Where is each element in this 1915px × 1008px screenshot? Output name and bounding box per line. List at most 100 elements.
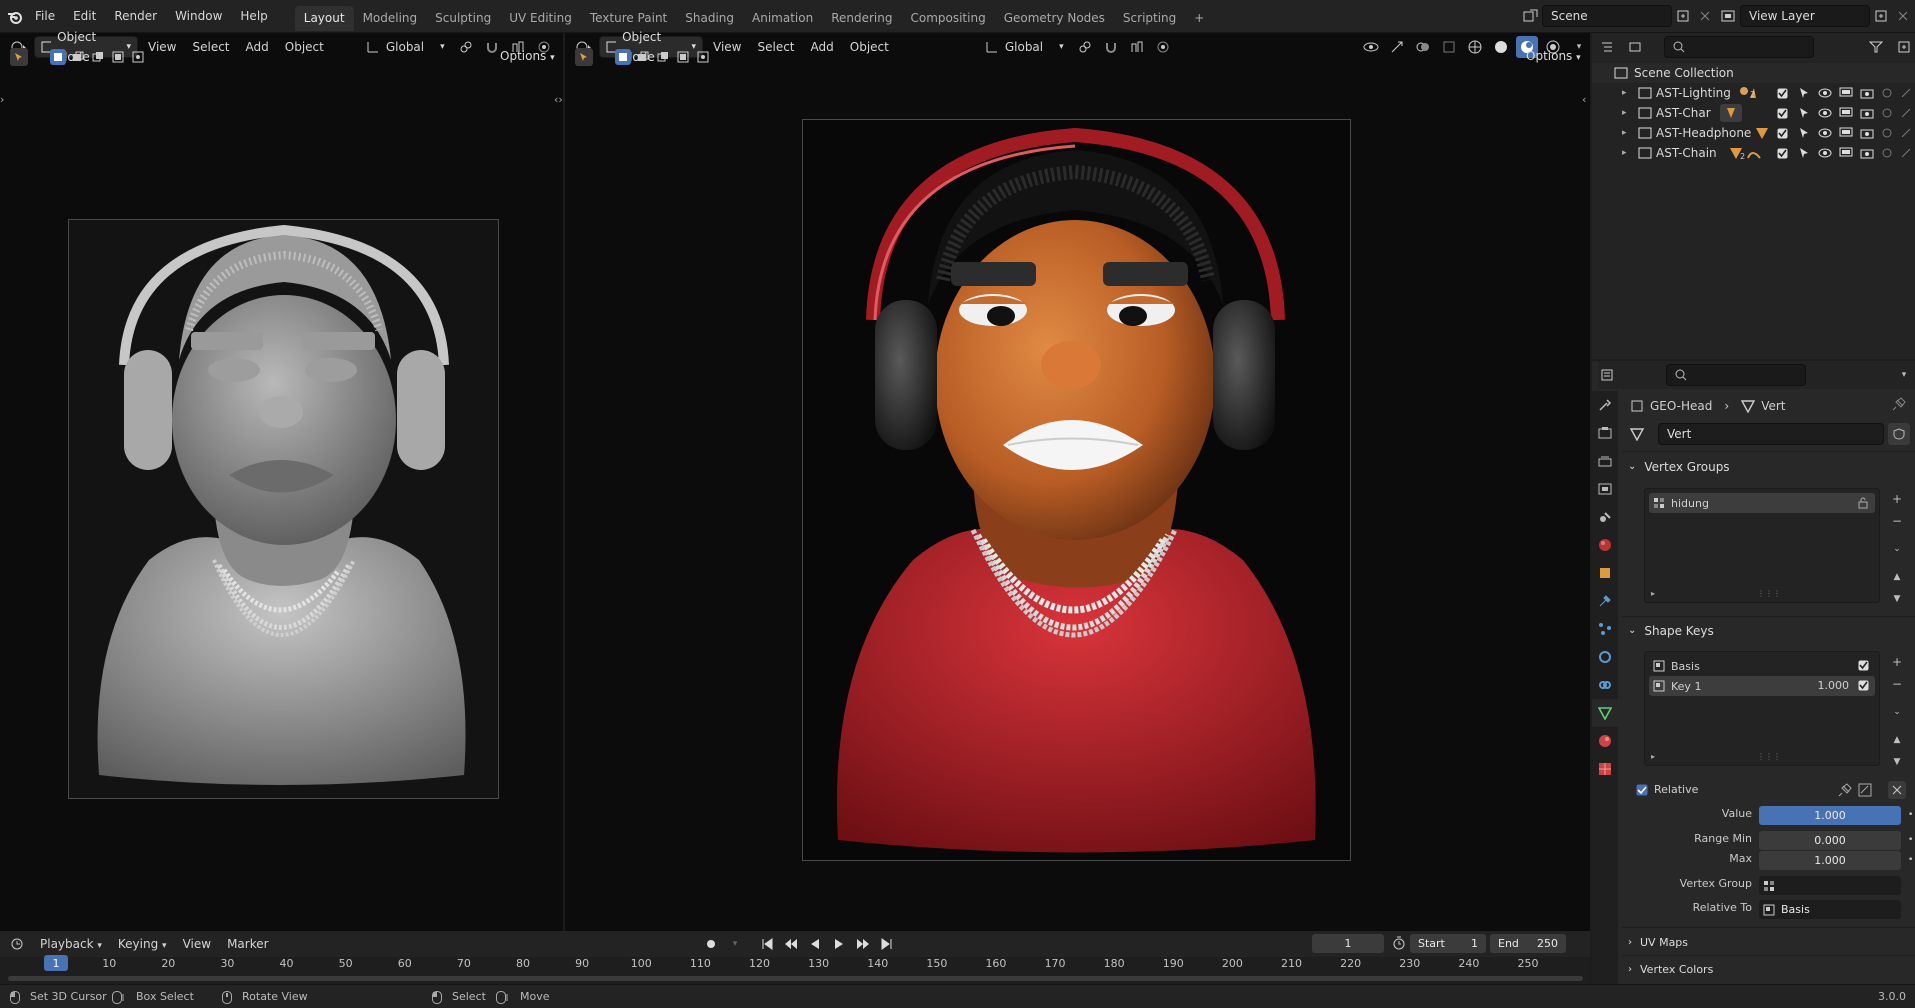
- selectable-arrow-icon[interactable]: [1795, 122, 1812, 144]
- outliner-editor-type-icon[interactable]: [1598, 36, 1620, 58]
- clear-shape-keys-icon[interactable]: [1888, 781, 1906, 799]
- camera-icon[interactable]: [1858, 82, 1875, 104]
- right-options-button[interactable]: Options ▾: [1520, 46, 1587, 68]
- tab-view-layer-icon[interactable]: [1592, 475, 1618, 503]
- right-3d-viewport[interactable]: Object Mode ▾ View Select Add Object Glo…: [565, 30, 1590, 931]
- move-up-button[interactable]: ▲: [1886, 566, 1908, 588]
- indirect-only-icon[interactable]: [1899, 142, 1914, 164]
- record-icon[interactable]: [700, 933, 722, 955]
- timeline-view-menu[interactable]: View: [177, 933, 217, 955]
- right-menu-select[interactable]: Select: [751, 36, 800, 58]
- stopwatch-icon[interactable]: [1392, 936, 1406, 950]
- pivot-icon[interactable]: [1074, 36, 1096, 58]
- left-collapse-icon[interactable]: ›: [0, 93, 4, 106]
- tab-scripting[interactable]: Scripting: [1114, 6, 1185, 31]
- timeline-scrollbar[interactable]: [8, 976, 1583, 981]
- blender-logo-icon[interactable]: [4, 0, 26, 33]
- properties-search-input[interactable]: [1666, 364, 1806, 386]
- eye-icon[interactable]: [1816, 82, 1833, 104]
- overlay-icon[interactable]: [1412, 36, 1434, 58]
- list-item[interactable]: Key 1 1.000: [1649, 676, 1875, 696]
- select-invert-icon[interactable]: [110, 49, 126, 65]
- checkbox-icon[interactable]: [1774, 122, 1791, 144]
- monitor-icon[interactable]: [1837, 122, 1854, 144]
- shape-key-mute-checkbox[interactable]: [1858, 680, 1869, 691]
- indirect-only-icon[interactable]: [1899, 122, 1914, 144]
- select-subtract-icon[interactable]: [90, 49, 106, 65]
- selectable-arrow-icon[interactable]: [1795, 102, 1812, 124]
- scene-name-field[interactable]: Scene: [1542, 5, 1672, 27]
- playback-menu[interactable]: Playback ▾: [34, 933, 108, 955]
- expand-arrow-icon[interactable]: ▸: [1622, 83, 1627, 103]
- shape-keys-list[interactable]: Basis Key 1 1.000 ▸ ⋮⋮⋮: [1644, 651, 1880, 766]
- expand-filter-icon[interactable]: ▸: [1651, 752, 1655, 761]
- monitor-icon[interactable]: [1837, 82, 1854, 104]
- checkbox-icon[interactable]: [1774, 102, 1791, 124]
- select-new-icon[interactable]: [50, 49, 66, 65]
- shape-key-value[interactable]: 1.000: [1818, 676, 1850, 696]
- select-invert-icon[interactable]: [675, 49, 691, 65]
- select-tool-icon[interactable]: [575, 48, 593, 66]
- outliner-search-input[interactable]: [1664, 36, 1814, 58]
- proportional-edit-icon[interactable]: [1152, 36, 1174, 58]
- camera-icon[interactable]: [1858, 122, 1875, 144]
- snap-icon[interactable]: [1100, 36, 1122, 58]
- display-mode-icon[interactable]: [1626, 36, 1648, 58]
- tab-shading[interactable]: Shading: [676, 6, 743, 31]
- right-transform-orientation[interactable]: Global ▾: [979, 36, 1070, 58]
- tab-object-icon[interactable]: [1592, 559, 1618, 587]
- keying-menu[interactable]: Keying ▾: [112, 933, 173, 955]
- tab-uv-editing[interactable]: UV Editing: [500, 6, 581, 31]
- solid-shading-icon[interactable]: [1490, 36, 1512, 58]
- list-item[interactable]: hidung: [1649, 493, 1875, 513]
- add-vertex-group-button[interactable]: +: [1886, 488, 1908, 510]
- view-layer-field[interactable]: View Layer: [1740, 5, 1870, 27]
- move-down-button[interactable]: ▼: [1886, 588, 1908, 610]
- tab-tool-icon[interactable]: [1592, 391, 1618, 419]
- chevron-down-icon[interactable]: ▾: [724, 933, 746, 955]
- move-down-button[interactable]: ▼: [1886, 751, 1908, 773]
- left-menu-add[interactable]: Add: [240, 36, 275, 58]
- tab-animation[interactable]: Animation: [743, 6, 822, 31]
- pin-shape-key-icon[interactable]: [1838, 783, 1852, 797]
- tab-world-icon[interactable]: [1592, 531, 1618, 559]
- shape-keys-header[interactable]: ⌄ Shape Keys: [1628, 619, 1714, 643]
- jump-start-icon[interactable]: [756, 933, 778, 955]
- monitor-icon[interactable]: [1837, 142, 1854, 164]
- holdout-icon[interactable]: [1880, 122, 1895, 144]
- right-menu-view[interactable]: View: [707, 36, 747, 58]
- new-collection-icon[interactable]: [1893, 36, 1915, 58]
- right-menu-add[interactable]: Add: [805, 36, 840, 58]
- left-3d-viewport[interactable]: Object Mode ▾ View Select Add Object Glo…: [0, 30, 563, 931]
- mesh-name-field[interactable]: Vert: [1658, 423, 1884, 445]
- prev-keyframe-icon[interactable]: [780, 933, 802, 955]
- tab-constraints-icon[interactable]: [1592, 671, 1618, 699]
- remove-shape-key-button[interactable]: −: [1886, 673, 1908, 695]
- keyframe-dot-icon[interactable]: •: [1908, 835, 1913, 845]
- vertex-groups-list[interactable]: hidung ▸ ⋮⋮⋮: [1644, 488, 1880, 603]
- jump-end-icon[interactable]: [876, 933, 898, 955]
- select-extend-icon[interactable]: [635, 49, 651, 65]
- wireframe-shading-icon[interactable]: [1464, 36, 1486, 58]
- add-shape-key-button[interactable]: +: [1886, 651, 1908, 673]
- edit-mode-shape-icon[interactable]: [1858, 783, 1872, 797]
- tab-output-icon[interactable]: [1592, 447, 1618, 475]
- expand-arrow-icon[interactable]: ▸: [1622, 143, 1627, 163]
- selectable-arrow-icon[interactable]: [1795, 142, 1812, 164]
- left-menu-view[interactable]: View: [142, 36, 182, 58]
- play-reverse-icon[interactable]: [804, 933, 826, 955]
- vertex-group-field[interactable]: [1759, 876, 1901, 895]
- vertex-groups-header[interactable]: ⌄ Vertex Groups: [1628, 455, 1730, 479]
- move-up-button[interactable]: ▲: [1886, 729, 1908, 751]
- tab-geometry-nodes[interactable]: Geometry Nodes: [995, 6, 1114, 31]
- menu-window[interactable]: Window: [166, 0, 231, 33]
- add-workspace-button[interactable]: +: [1185, 6, 1213, 31]
- scene-collection-row[interactable]: Scene Collection: [1592, 63, 1915, 83]
- delete-view-layer-icon[interactable]: [1892, 5, 1914, 27]
- vertex-group-specials-button[interactable]: ⌄: [1886, 538, 1908, 560]
- tab-rendering[interactable]: Rendering: [822, 6, 901, 31]
- select-intersect-icon[interactable]: [695, 49, 711, 65]
- holdout-icon[interactable]: [1880, 102, 1895, 124]
- left-menu-object[interactable]: Object: [279, 36, 330, 58]
- tab-scene-icon[interactable]: [1592, 503, 1618, 531]
